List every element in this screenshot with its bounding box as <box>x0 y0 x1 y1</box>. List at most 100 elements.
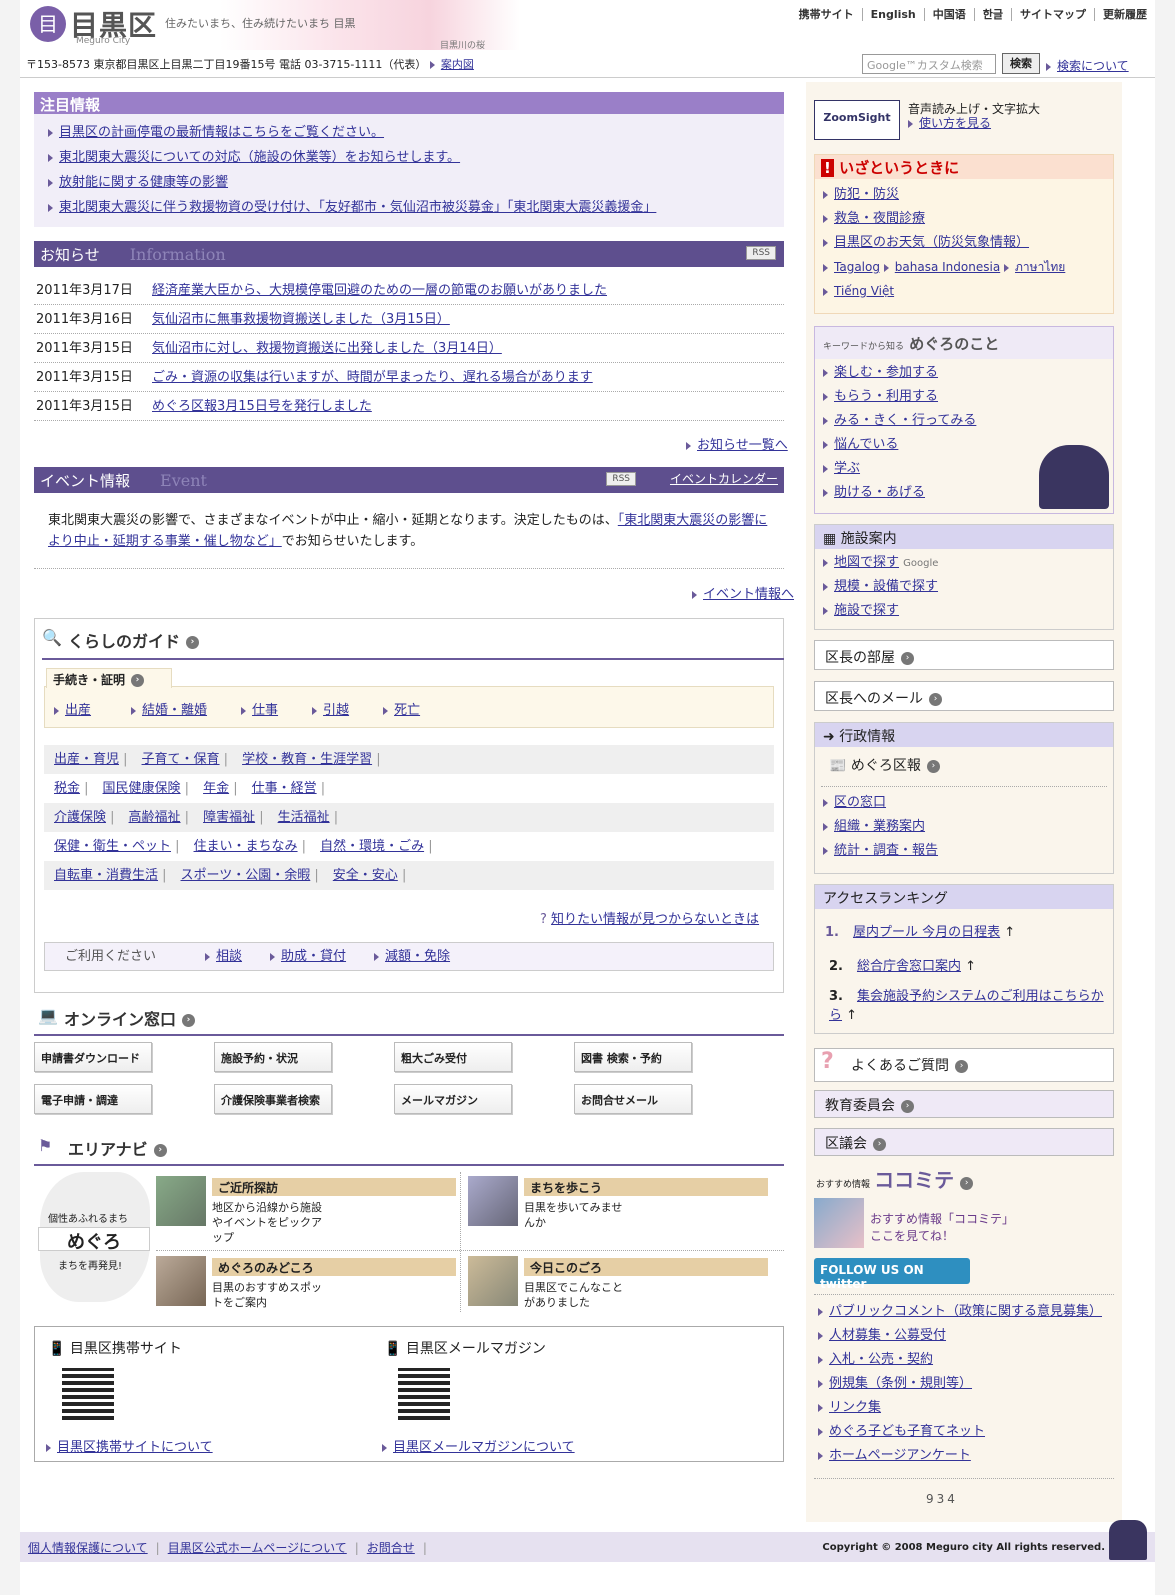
category-link[interactable]: 住まい・まちなみ <box>194 839 298 854</box>
category-link[interactable]: 税金 <box>54 781 80 796</box>
top-link-sitemap[interactable]: サイトマップ <box>1011 8 1086 21</box>
admin-title[interactable]: 行政情報 <box>839 729 895 745</box>
zoomsight-link[interactable]: 使い方を見る <box>919 116 991 130</box>
emergency-title[interactable]: いざというときに <box>839 159 959 177</box>
online-button[interactable]: 電子申請・調達 <box>34 1084 152 1114</box>
mayor-room-button[interactable]: 区長の部屋 › <box>814 640 1114 670</box>
privacy-link[interactable]: 個人情報保護について <box>28 1541 148 1555</box>
category-link[interactable]: 年金 <box>203 781 229 796</box>
mayor-mail-button[interactable]: 区長へのメール › <box>814 681 1114 711</box>
proc-link[interactable]: 結婚・離婚 <box>142 703 207 718</box>
keyword-link[interactable]: もらう・利用する <box>834 389 938 404</box>
proc-link[interactable]: 出産 <box>65 703 91 718</box>
top-link-mobile[interactable]: 携帯サイト <box>791 8 854 21</box>
category-link[interactable]: スポーツ・公園・余暇 <box>181 868 311 883</box>
online-button[interactable]: 申請書ダウンロード <box>34 1042 152 1072</box>
twitter-follow-button[interactable]: FOLLOW US ON twitter <box>814 1258 970 1291</box>
lang-link[interactable]: Tiếng Việt <box>834 284 894 298</box>
online-button[interactable]: 粗大ごみ受付 <box>394 1042 512 1072</box>
news-link[interactable]: めぐろ区報3月15日号を発行しました <box>152 399 372 414</box>
online-button[interactable]: 図書 検索・予約 <box>574 1042 692 1072</box>
rank-link[interactable]: 屋内プール 今月の日程表 <box>853 925 1000 940</box>
keyword-link[interactable]: 助ける・あげる <box>834 485 925 500</box>
misc-link[interactable]: ホームページアンケート <box>829 1448 971 1463</box>
kuho-link[interactable]: めぐろ区報 <box>851 758 921 774</box>
category-link[interactable]: 学校・教育・生涯学習 <box>242 752 372 767</box>
area-item-title[interactable]: 今日このごろ <box>524 1258 768 1276</box>
misc-link[interactable]: 人材募集・公募受付 <box>829 1328 946 1343</box>
event-calendar-link[interactable]: イベントカレンダー <box>670 470 778 487</box>
keyword-title[interactable]: めぐろのこと <box>909 335 999 353</box>
featured-link[interactable]: 放射能に関する健康等の影響 <box>59 175 228 190</box>
emergency-link[interactable]: 救急・夜間診療 <box>834 211 925 226</box>
cocomite-desc[interactable]: おすすめ情報「ココミテ」ここを見てね！ <box>870 1210 1020 1244</box>
featured-link[interactable]: 目黒区の計画停電の最新情報はこちらをご覧ください。 <box>59 125 384 140</box>
category-link[interactable]: 自転車・消費生活 <box>54 868 158 883</box>
news-link[interactable]: 気仙沼市に無事救援物資搬送しました（3月15日） <box>152 312 450 327</box>
news-more-link[interactable]: お知らせ一覧へ <box>697 438 788 453</box>
rank-link[interactable]: 集会施設予約システムのご利用はこちらから <box>829 989 1104 1023</box>
emergency-link[interactable]: 目黒区のお天気（防災気象情報） <box>834 235 1029 250</box>
facility-title[interactable]: 施設案内 <box>841 531 897 547</box>
top-link-updates[interactable]: 更新履歴 <box>1094 8 1147 21</box>
emergency-link[interactable]: 防犯・防災 <box>834 187 899 202</box>
zoomsight-logo[interactable]: ZoomSight <box>814 100 900 140</box>
keyword-link[interactable]: みる・きく・行ってみる <box>834 413 976 428</box>
category-link[interactable]: 介護保険 <box>54 810 106 825</box>
lang-link[interactable]: bahasa Indonesia <box>895 260 1000 274</box>
life-guide-title[interactable]: くらしのガイド <box>68 632 180 651</box>
top-link-chinese[interactable]: 中国语 <box>923 8 966 21</box>
city-emblem-icon[interactable]: 目 <box>30 6 66 42</box>
misc-link[interactable]: リンク集 <box>829 1400 881 1415</box>
event-rss-button[interactable]: RSS <box>606 472 636 486</box>
online-button[interactable]: 施設予約・状況 <box>214 1042 332 1072</box>
news-rss-button[interactable]: RSS <box>746 246 776 260</box>
misc-link[interactable]: パブリックコメント（政策に関する意見募集） <box>829 1304 1102 1319</box>
event-more-link[interactable]: イベント情報へ <box>703 587 794 602</box>
area-item[interactable]: まちを歩こう 目黒を歩いてみませんか <box>468 1176 768 1252</box>
area-item-title[interactable]: ご近所探訪 <box>212 1178 456 1196</box>
proc-link[interactable]: 引越 <box>323 703 349 718</box>
misc-link[interactable]: めぐろ子ども子育てネット <box>829 1424 985 1439</box>
featured-link[interactable]: 東北関東大震災に伴う救援物資の受け付け、「友好都市・気仙沼市被災募金」「東北関東… <box>59 200 656 215</box>
news-link[interactable]: 経済産業大臣から、大規模停電回避のための一層の節電のお願いがありました <box>152 283 607 298</box>
top-link-korean[interactable]: 한글 <box>973 8 1003 21</box>
proc-link[interactable]: 死亡 <box>394 703 420 718</box>
keyword-link[interactable]: 学ぶ <box>834 461 860 476</box>
category-link[interactable]: 出産・育児 <box>54 752 119 767</box>
assembly-button[interactable]: 区議会 › <box>814 1128 1114 1156</box>
online-button[interactable]: メールマガジン <box>394 1084 512 1114</box>
rank-link[interactable]: 総合庁舎窓口案内 <box>857 959 961 974</box>
category-link[interactable]: 保健・衛生・ペット <box>54 839 171 854</box>
featured-link[interactable]: 東北関東大震災についての対応（施設の休業等）をお知らせします。 <box>59 150 460 165</box>
area-item-title[interactable]: まちを歩こう <box>524 1178 768 1196</box>
lang-link[interactable]: ภาษาไทย <box>1015 260 1065 274</box>
ranking-header[interactable]: アクセスランキング <box>815 885 1113 909</box>
category-link[interactable]: 生活福祉 <box>278 810 330 825</box>
online-button[interactable]: 介護保険事業者検索 <box>214 1084 332 1114</box>
search-button[interactable]: 検索 <box>1002 53 1040 74</box>
area-item[interactable]: めぐろのみどころ 目黒のおすすめスポットをご案内 <box>156 1256 456 1332</box>
not-found-link[interactable]: 知りたい情報が見つからないときは <box>551 912 759 927</box>
area-item-title[interactable]: めぐろのみどころ <box>212 1258 456 1276</box>
education-board-button[interactable]: 教育委員会 › <box>814 1090 1114 1118</box>
faq-button[interactable]: ? よくあるご質問 › <box>814 1048 1114 1082</box>
contact-link[interactable]: お問合せ <box>367 1541 415 1555</box>
mobile-site-link[interactable]: 目黒区携帯サイトについて <box>57 1440 213 1455</box>
about-site-link[interactable]: 目黒区公式ホームページについて <box>168 1541 347 1555</box>
category-link[interactable]: 自然・環境・ごみ <box>320 839 424 854</box>
area-item[interactable]: 今日このごろ 目黒区でこんなことがありました <box>468 1256 768 1332</box>
area-nav-title[interactable]: エリアナビ <box>68 1140 148 1159</box>
reduction-link[interactable]: 減額・免除 <box>385 949 450 964</box>
area-item[interactable]: ご近所探訪 地区から沿線から施設やイベントをピックアップ <box>156 1176 456 1252</box>
mail-mag-link[interactable]: 目黒区メールマガジンについて <box>393 1440 575 1455</box>
keyword-link[interactable]: 楽しむ・参加する <box>834 365 938 380</box>
misc-link[interactable]: 入札・公売・契約 <box>829 1352 933 1367</box>
consult-link[interactable]: 相談 <box>216 949 242 964</box>
search-input[interactable]: Google™カスタム検索 <box>862 54 996 74</box>
top-link-english[interactable]: English <box>861 8 916 21</box>
category-link[interactable]: 仕事・経営 <box>252 781 317 796</box>
grant-link[interactable]: 助成・貸付 <box>281 949 346 964</box>
keyword-link[interactable]: 悩んでいる <box>834 437 898 452</box>
procedures-tab-label[interactable]: 手続き・証明 <box>53 673 125 687</box>
